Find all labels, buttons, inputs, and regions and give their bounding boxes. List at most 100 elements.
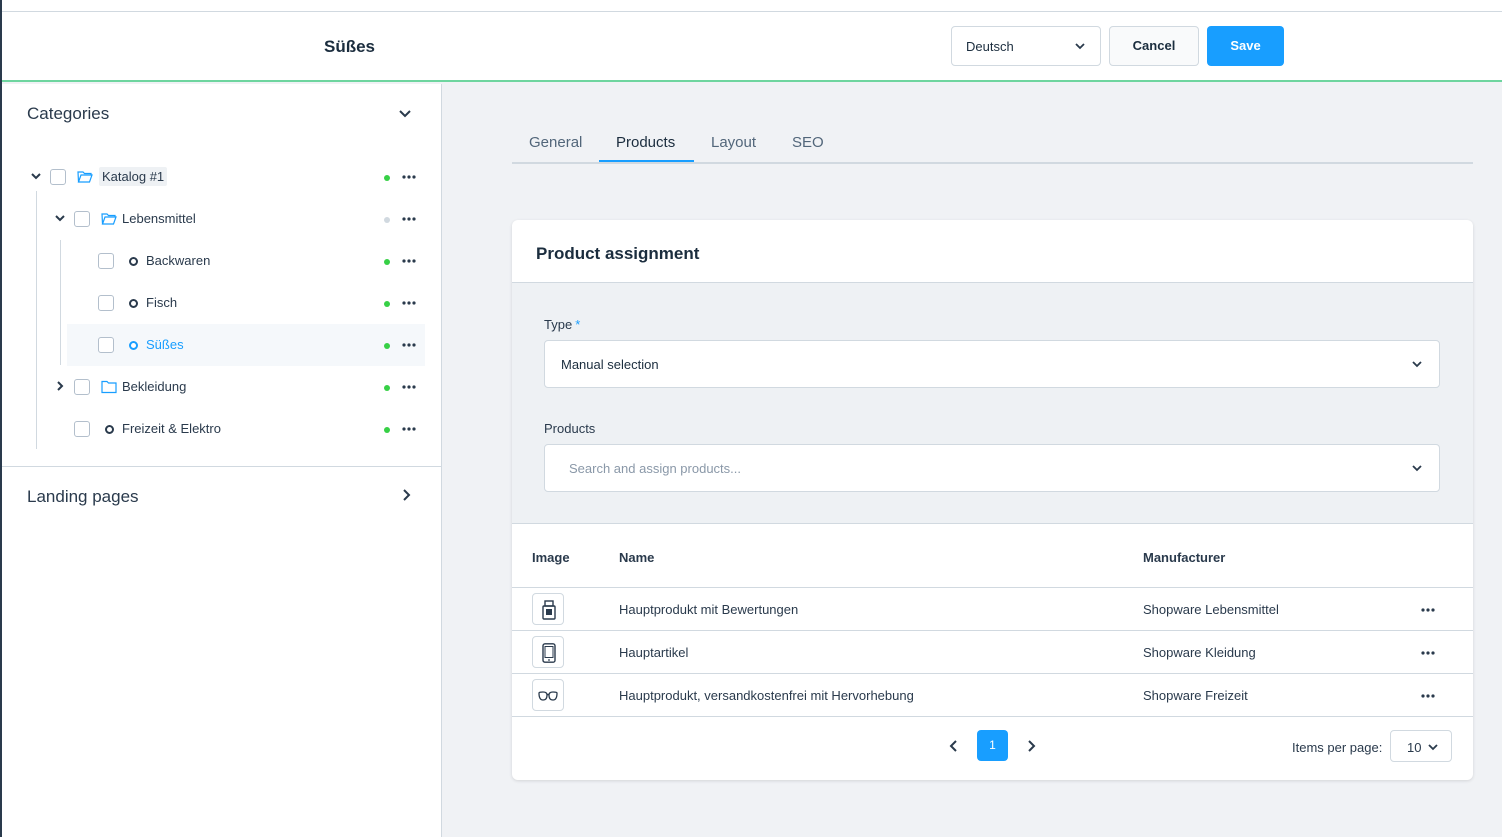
tab-seo[interactable]: SEO	[792, 134, 824, 151]
category-leaf-icon	[129, 299, 138, 308]
active-tab-indicator	[599, 160, 694, 162]
detail-tabs: General Products Layout SEO	[512, 126, 1473, 164]
grid-header: Image Name Manufacturer	[512, 525, 1473, 588]
tree-item-label: Bekleidung	[122, 379, 187, 394]
product-thumbnail	[532, 636, 564, 668]
table-row[interactable]: Hauptprodukt mit Bewertungen Shopware Le…	[512, 588, 1473, 631]
product-manufacturer: Shopware Freizeit	[1143, 688, 1248, 703]
status-dot-active	[384, 427, 390, 433]
tree-checkbox[interactable]	[74, 211, 90, 227]
column-header-name[interactable]: Name	[619, 550, 654, 565]
landing-pages-title[interactable]: Landing pages	[27, 487, 139, 507]
type-label-text: Type	[544, 317, 573, 332]
chevron-down-icon[interactable]	[398, 106, 412, 120]
tree-item-katalog-1[interactable]: Katalog #1	[2, 156, 442, 198]
tab-products[interactable]: Products	[616, 134, 675, 151]
more-options-icon[interactable]	[1420, 645, 1436, 661]
more-options-icon[interactable]	[1420, 688, 1436, 704]
save-button[interactable]: Save	[1207, 26, 1284, 66]
status-dot-active	[384, 385, 390, 391]
folder-icon	[101, 380, 117, 394]
status-dot-active	[384, 301, 390, 307]
more-options-icon[interactable]	[1420, 602, 1436, 618]
tree-checkbox[interactable]	[98, 337, 114, 353]
chevron-right-icon[interactable]	[54, 380, 66, 392]
tree-item-label: Fisch	[146, 295, 178, 310]
glasses-icon	[538, 691, 558, 701]
tree-item-bekleidung[interactable]: Bekleidung	[2, 366, 442, 408]
category-leaf-icon	[129, 257, 138, 266]
pagination: 1 Items per page: 10	[512, 717, 1473, 780]
product-manufacturer: Shopware Lebensmittel	[1143, 602, 1279, 617]
items-per-page-label: Items per page:	[1292, 740, 1383, 755]
product-search-input[interactable]: Search and assign products...	[544, 444, 1440, 492]
products-label: Products	[544, 421, 596, 436]
bottle-icon	[542, 600, 556, 620]
required-mark: *	[575, 317, 581, 332]
table-row[interactable]: Hauptartikel Shopware Kleidung	[512, 631, 1473, 674]
folder-open-icon	[77, 171, 93, 183]
chevron-down-icon[interactable]	[54, 212, 66, 224]
tree-checkbox[interactable]	[74, 421, 90, 437]
items-per-page-value: 10	[1407, 740, 1422, 755]
chevron-down-icon	[1428, 744, 1438, 751]
sidebar-divider	[2, 466, 442, 467]
product-search-placeholder: Search and assign products...	[569, 461, 741, 476]
card-title: Product assignment	[536, 244, 700, 263]
column-header-image[interactable]: Image	[532, 550, 570, 565]
type-select-value: Manual selection	[561, 357, 659, 372]
category-leaf-icon	[129, 341, 138, 350]
table-row[interactable]: Hauptprodukt, versandkostenfrei mit Herv…	[512, 674, 1473, 717]
page-header: Süßes Deutsch Cancel Save	[2, 12, 1502, 82]
more-options-icon[interactable]	[401, 337, 417, 353]
page-title: Süßes	[324, 37, 376, 56]
top-bar	[2, 0, 1502, 12]
more-options-icon[interactable]	[401, 295, 417, 311]
type-label: Type *	[544, 317, 580, 332]
more-options-icon[interactable]	[401, 421, 417, 437]
chevron-right-icon[interactable]	[400, 488, 414, 502]
chevron-down-icon	[1412, 465, 1422, 472]
category-sidebar: Categories Katalog #1 Lebensmittel Backw…	[2, 84, 442, 837]
page-button-current[interactable]: 1	[977, 730, 1008, 761]
tree-checkbox[interactable]	[50, 169, 66, 185]
tree-checkbox[interactable]	[74, 379, 90, 395]
tree-item-label: Backwaren	[146, 253, 211, 268]
tree-item-label: Freizeit & Elektro	[122, 421, 221, 436]
more-options-icon[interactable]	[401, 211, 417, 227]
status-dot-inactive	[384, 217, 390, 223]
status-dot-active	[384, 259, 390, 265]
tree-item-label: Katalog #1	[99, 167, 168, 186]
chevron-down-icon	[1075, 43, 1085, 50]
tab-general[interactable]: General	[529, 134, 582, 151]
tree-item-lebensmittel[interactable]: Lebensmittel	[2, 198, 442, 240]
cancel-button[interactable]: Cancel	[1109, 26, 1199, 66]
tree-checkbox[interactable]	[98, 253, 114, 269]
more-options-icon[interactable]	[401, 379, 417, 395]
tab-layout[interactable]: Layout	[711, 134, 756, 151]
language-select[interactable]: Deutsch	[951, 26, 1101, 66]
type-select[interactable]: Manual selection	[544, 340, 1440, 388]
chevron-down-icon[interactable]	[30, 170, 42, 182]
chevron-down-icon	[1412, 361, 1422, 368]
product-assignment-card: Product assignment Type * Manual selectio…	[512, 220, 1473, 780]
tree-item-backwaren[interactable]: Backwaren	[2, 240, 442, 282]
chevron-left-icon[interactable]	[947, 739, 961, 753]
tree-item-freizeit-elektro[interactable]: Freizeit & Elektro	[2, 408, 442, 450]
tree-item-suesses[interactable]: Süßes	[67, 324, 425, 366]
status-dot-active	[384, 175, 390, 181]
chevron-right-icon[interactable]	[1024, 739, 1038, 753]
categories-title: Categories	[27, 104, 110, 123]
product-name: Hauptprodukt, versandkostenfrei mit Herv…	[619, 688, 914, 703]
more-options-icon[interactable]	[401, 169, 417, 185]
phone-icon	[542, 643, 556, 663]
tree-item-fisch[interactable]: Fisch	[2, 282, 442, 324]
product-manufacturer: Shopware Kleidung	[1143, 645, 1256, 660]
tree-checkbox[interactable]	[98, 295, 114, 311]
column-header-manufacturer[interactable]: Manufacturer	[1143, 550, 1225, 565]
items-per-page-select[interactable]: 10	[1390, 730, 1452, 762]
product-name: Hauptprodukt mit Bewertungen	[619, 602, 799, 617]
more-options-icon[interactable]	[401, 253, 417, 269]
language-select-value: Deutsch	[966, 39, 1014, 54]
product-thumbnail	[532, 679, 564, 711]
